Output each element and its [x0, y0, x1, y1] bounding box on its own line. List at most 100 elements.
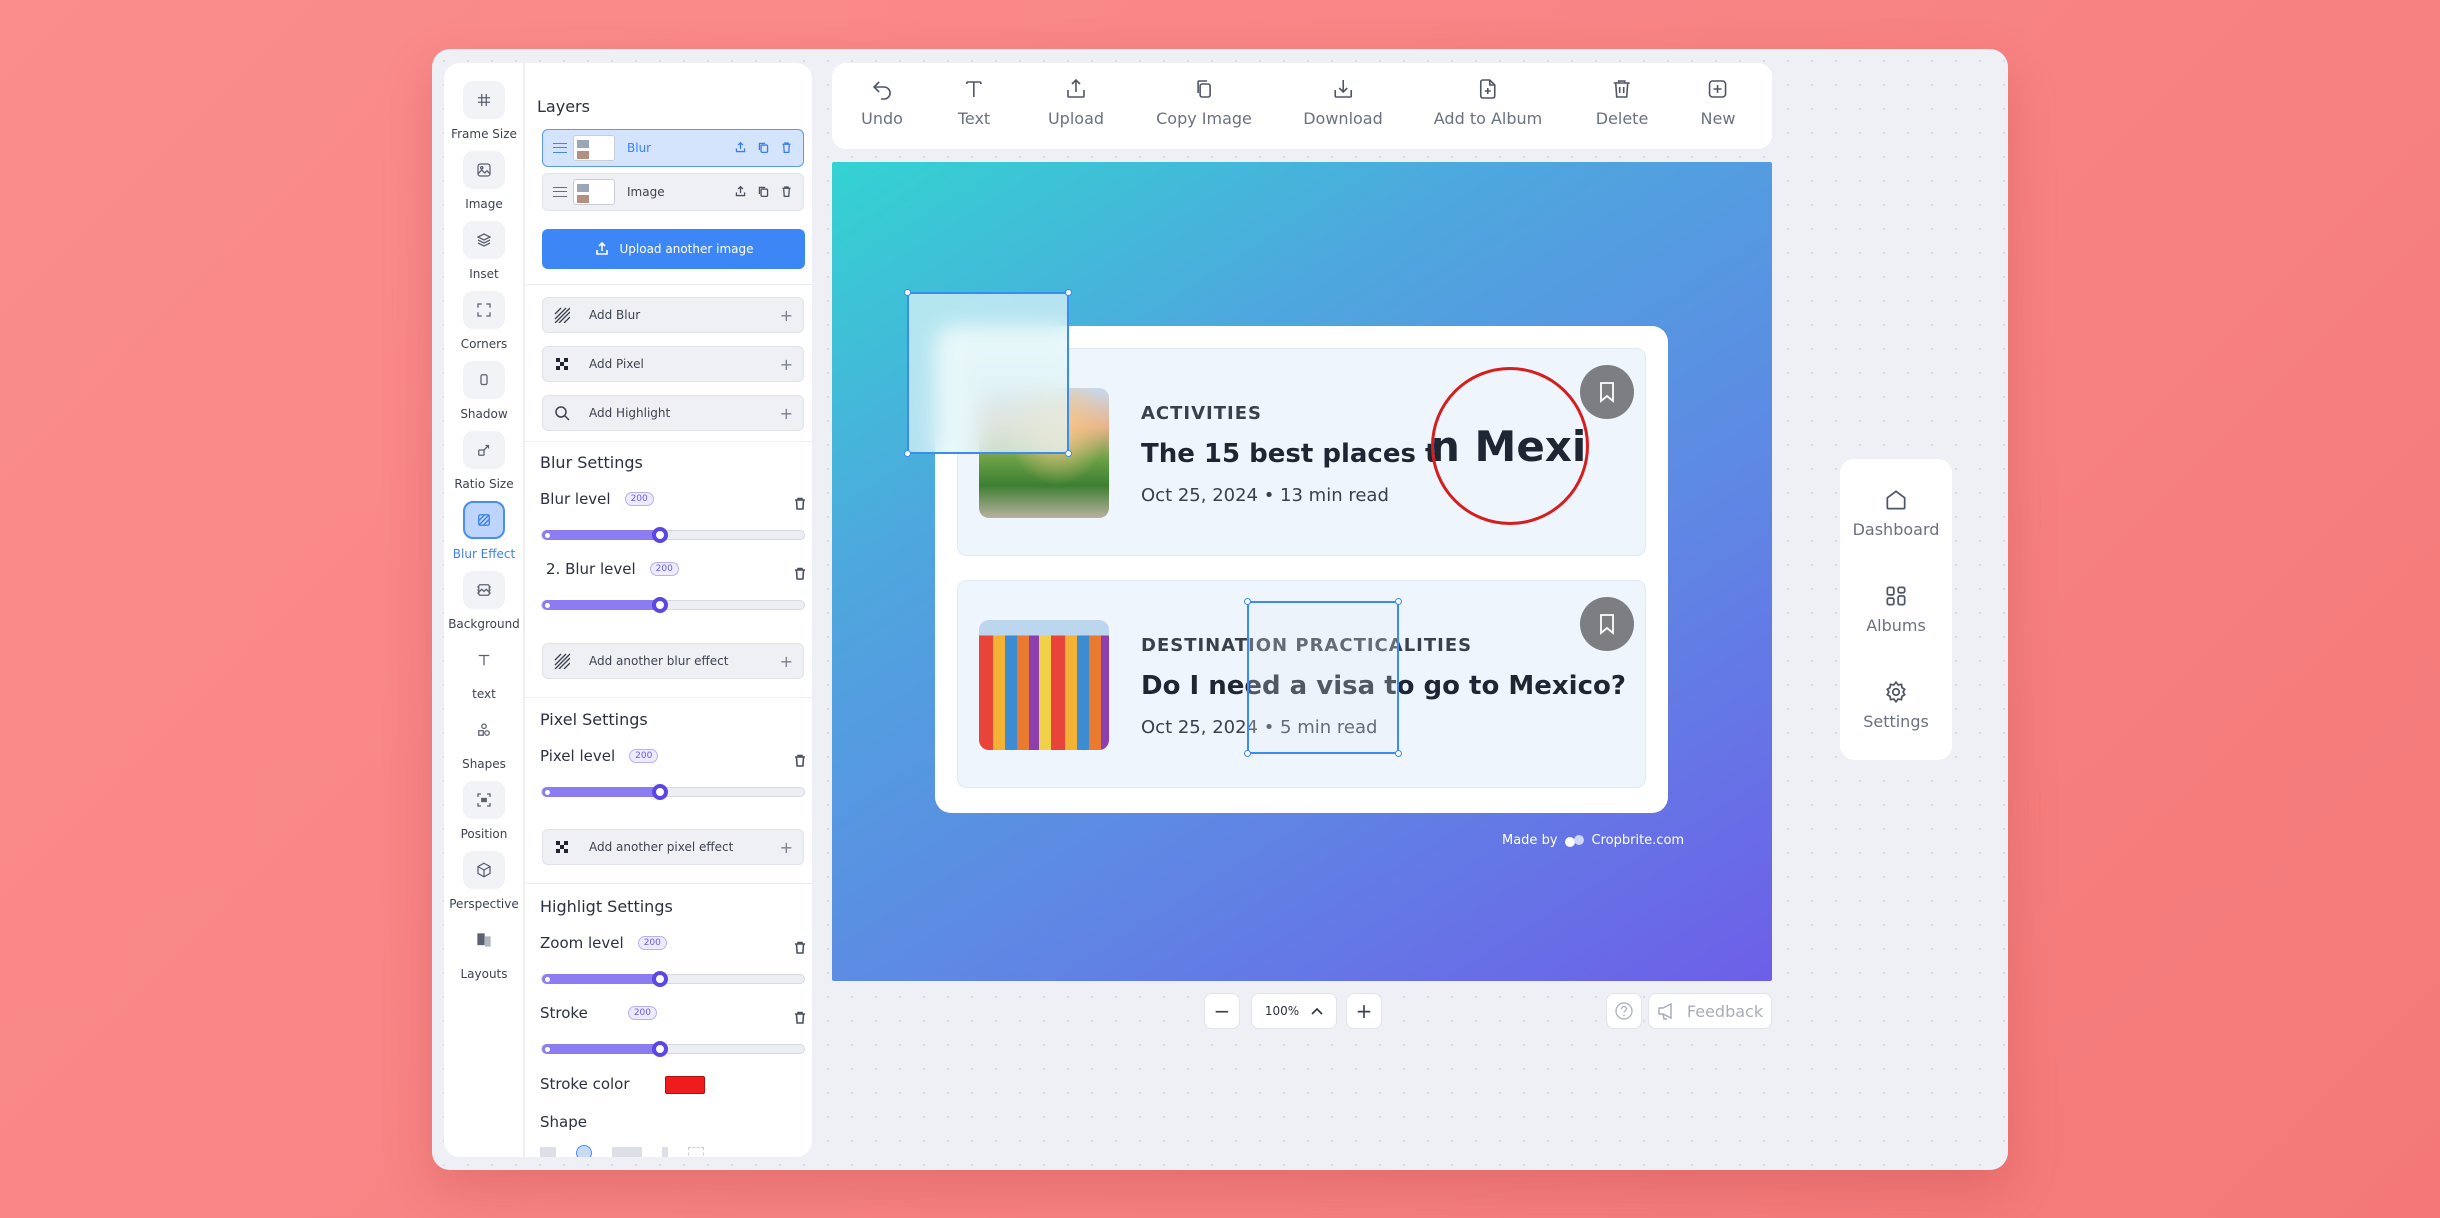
editor-canvas[interactable]: ACTIVITIES The 15 best places to vi Oct … [832, 162, 1772, 981]
tool-blur-effect[interactable]: Blur Effect [444, 501, 524, 567]
slider-knob[interactable] [651, 971, 668, 987]
line-shape-icon[interactable] [662, 1147, 668, 1157]
tool-perspective[interactable]: Perspective [444, 851, 524, 917]
zoom-in-button[interactable]: + [1346, 993, 1382, 1029]
drag-handle-icon[interactable] [553, 143, 567, 153]
text-button[interactable]: Text [958, 77, 990, 128]
tool-ratio-size[interactable]: Ratio Size [444, 431, 524, 497]
square-shape-icon[interactable] [540, 1147, 556, 1157]
bookmark-icon [1580, 365, 1634, 419]
layer-item-image[interactable]: Image [542, 173, 804, 211]
zoom-out-button[interactable]: − [1204, 993, 1240, 1029]
zoom-level-slider[interactable] [541, 971, 805, 987]
tool-background[interactable]: Background [444, 571, 524, 637]
upload-icon[interactable] [734, 183, 747, 202]
trash-icon[interactable] [780, 139, 793, 158]
slider-knob[interactable] [651, 527, 668, 543]
corners-icon [463, 291, 505, 329]
upload-label: Upload [1047, 109, 1105, 128]
resize-handle[interactable] [904, 450, 911, 457]
resize-handle[interactable] [1244, 598, 1251, 605]
resize-handle[interactable] [1395, 598, 1402, 605]
tool-shadow[interactable]: Shadow [444, 361, 524, 427]
nav-albums[interactable]: Albums [1840, 583, 1952, 635]
upload-label: Upload another image [619, 242, 754, 256]
stroke-color-swatch[interactable] [665, 1076, 705, 1094]
shape-label: Shape [540, 1113, 587, 1131]
tool-frame-size[interactable]: Frame Size [444, 81, 524, 147]
cropbrite-logo-icon [1564, 834, 1584, 847]
search-icon [553, 404, 571, 422]
trash-icon[interactable] [794, 495, 806, 514]
highlight-circle[interactable]: n Mexic [1431, 367, 1589, 525]
add-to-album-button[interactable]: Add to Album [1434, 77, 1542, 128]
tool-text[interactable]: text [444, 641, 524, 707]
layers-title: Layers [537, 97, 590, 116]
add-highlight-button[interactable]: Add Highlight + [542, 395, 804, 431]
pixel-icon [553, 838, 571, 856]
value-badge: 200 [649, 562, 679, 576]
slider-knob[interactable] [651, 597, 668, 613]
copy-image-button[interactable]: Copy Image [1156, 77, 1252, 128]
nav-settings[interactable]: Settings [1840, 679, 1952, 731]
trash-icon[interactable] [780, 183, 793, 202]
dashed-shape-icon[interactable] [688, 1147, 704, 1157]
stroke-slider[interactable] [541, 1041, 805, 1057]
blur-level-slider[interactable] [541, 527, 805, 543]
slider-knob[interactable] [651, 784, 668, 800]
trash-icon[interactable] [794, 565, 806, 584]
tool-layouts[interactable]: Layouts [444, 921, 524, 987]
layouts-icon [463, 921, 505, 959]
slider-knob[interactable] [651, 1041, 668, 1057]
resize-handle[interactable] [1065, 289, 1072, 296]
pixel-level-slider[interactable] [541, 784, 805, 800]
copy-icon[interactable] [757, 183, 770, 202]
home-icon [1886, 490, 1906, 510]
tool-corners[interactable]: Corners [444, 291, 524, 357]
add-another-blur-button[interactable]: Add another blur effect + [542, 643, 804, 679]
tool-image[interactable]: Image [444, 151, 524, 217]
blur-level-2-label: 2. Blur level 200 [546, 560, 679, 578]
add-another-pixel-button[interactable]: Add another pixel effect + [542, 829, 804, 865]
add-pixel-button[interactable]: Add Pixel + [542, 346, 804, 382]
resize-handle[interactable] [1395, 750, 1402, 757]
file-plus-icon [1480, 79, 1496, 99]
rectangle-shape-icon[interactable] [612, 1147, 642, 1157]
pixel-region[interactable] [1244, 598, 1402, 757]
resize-handle[interactable] [1065, 450, 1072, 457]
circle-shape-icon[interactable] [576, 1145, 592, 1157]
undo-button[interactable]: Undo [861, 77, 903, 128]
top-toolbar: Undo Text Upload Copy Image Download Add… [832, 63, 1772, 149]
blur-settings-title: Blur Settings [540, 453, 643, 472]
feedback-button[interactable]: Feedback [1648, 993, 1772, 1029]
download-button[interactable]: Download [1303, 77, 1383, 128]
image-icon [463, 151, 505, 189]
upload-another-image-button[interactable]: Upload another image [542, 229, 805, 269]
layer-item-blur[interactable]: Blur [542, 129, 804, 167]
value-badge: 200 [629, 749, 659, 763]
trash-icon[interactable] [794, 1009, 806, 1028]
slider-fill [542, 530, 660, 540]
resize-handle[interactable] [904, 289, 911, 296]
zoom-level-select[interactable]: 100% [1251, 993, 1337, 1029]
trash-icon[interactable] [794, 939, 806, 958]
nav-dashboard[interactable]: Dashboard [1840, 487, 1952, 539]
zoom-level-label: Zoom level 200 [540, 934, 667, 952]
tool-inset[interactable]: Inset [444, 221, 524, 287]
help-button[interactable] [1606, 993, 1642, 1029]
blur-level-2-slider[interactable] [541, 597, 805, 613]
copy-icon[interactable] [757, 139, 770, 158]
tool-shapes[interactable]: Shapes [444, 711, 524, 777]
delete-button[interactable]: Delete [1596, 77, 1648, 128]
trash-icon[interactable] [794, 752, 806, 771]
tool-position[interactable]: Position [444, 781, 524, 847]
new-button[interactable]: New [1701, 77, 1735, 128]
upload-icon[interactable] [734, 139, 747, 158]
blur-region[interactable] [904, 289, 1072, 457]
tool-label: Shadow [460, 407, 508, 421]
slider-start [545, 603, 550, 608]
drag-handle-icon[interactable] [553, 187, 567, 197]
upload-button[interactable]: Upload [1048, 77, 1104, 128]
add-blur-button[interactable]: Add Blur + [542, 297, 804, 333]
resize-handle[interactable] [1244, 750, 1251, 757]
